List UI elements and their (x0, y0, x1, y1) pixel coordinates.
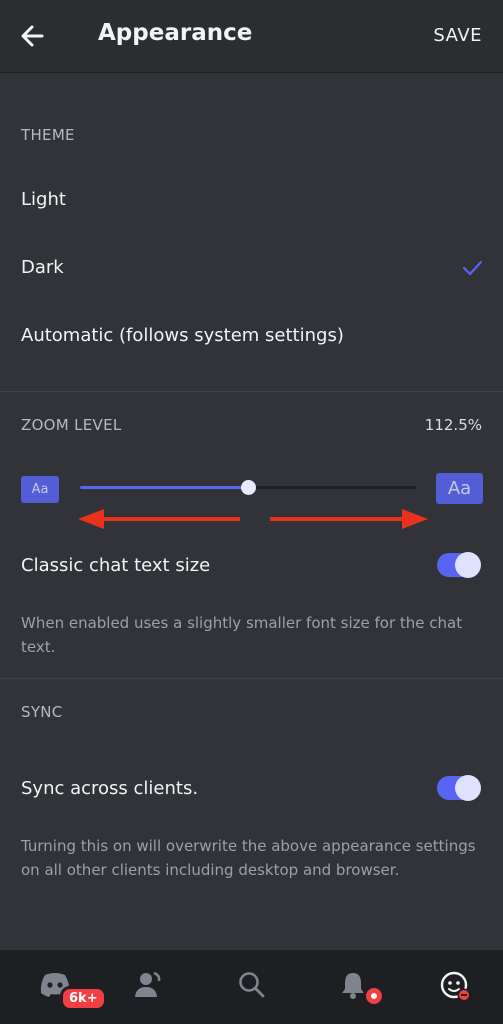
nav-home[interactable]: 6k+ (12, 950, 107, 1024)
arrow-left-icon (21, 25, 44, 47)
toggle-knob (455, 775, 481, 801)
zoom-slider-thumb[interactable] (241, 480, 256, 495)
nav-notifications[interactable] (312, 950, 392, 1024)
nav-profile[interactable] (413, 950, 493, 1024)
bottom-navigation: 6k+ (0, 950, 503, 1024)
classic-chat-label: Classic chat text size (21, 555, 211, 576)
theme-option-dark[interactable]: Dark (0, 239, 503, 299)
sync-toggle[interactable] (437, 775, 481, 801)
arrow-left-annotation-icon (78, 509, 240, 529)
page-title: Appearance (98, 20, 253, 46)
section-divider (0, 678, 503, 679)
nav-friends[interactable] (108, 950, 188, 1024)
classic-chat-help: When enabled uses a slightly smaller fon… (21, 614, 463, 656)
theme-option-label: Automatic (follows system settings) (21, 325, 344, 346)
sync-section-label: SYNC (21, 703, 63, 721)
back-button[interactable] (14, 18, 54, 54)
sync-label: Sync across clients. (21, 778, 199, 799)
theme-option-label: Dark (21, 257, 64, 278)
zoom-section-label: ZOOM LEVEL (21, 416, 122, 434)
theme-section-label: THEME (21, 126, 75, 144)
theme-option-automatic[interactable]: Automatic (follows system settings) (0, 307, 503, 367)
notification-count-badge: 6k+ (60, 986, 107, 1011)
notification-dot-badge (363, 985, 385, 1007)
large-text-badge: Aa (436, 473, 483, 504)
zoom-slider[interactable] (80, 480, 416, 495)
search-icon (239, 972, 265, 998)
zoom-value: 112.5% (424, 416, 482, 434)
classic-chat-toggle[interactable] (437, 552, 481, 578)
toggle-knob (455, 552, 481, 578)
friends-icon (135, 971, 161, 997)
section-divider (0, 391, 503, 392)
profile-avatar-icon (440, 971, 471, 1002)
arrow-right-annotation-icon (270, 509, 428, 529)
small-text-badge: Aa (21, 476, 59, 503)
sync-help: Turning this on will overwrite the above… (21, 837, 476, 879)
checkmark-icon (462, 260, 483, 276)
theme-option-label: Light (21, 189, 66, 210)
theme-option-light[interactable]: Light (0, 171, 503, 231)
save-button[interactable]: SAVE (433, 25, 482, 46)
zoom-slider-fill (80, 486, 248, 489)
app-header: Appearance SAVE (0, 0, 503, 73)
nav-search[interactable] (211, 950, 291, 1024)
